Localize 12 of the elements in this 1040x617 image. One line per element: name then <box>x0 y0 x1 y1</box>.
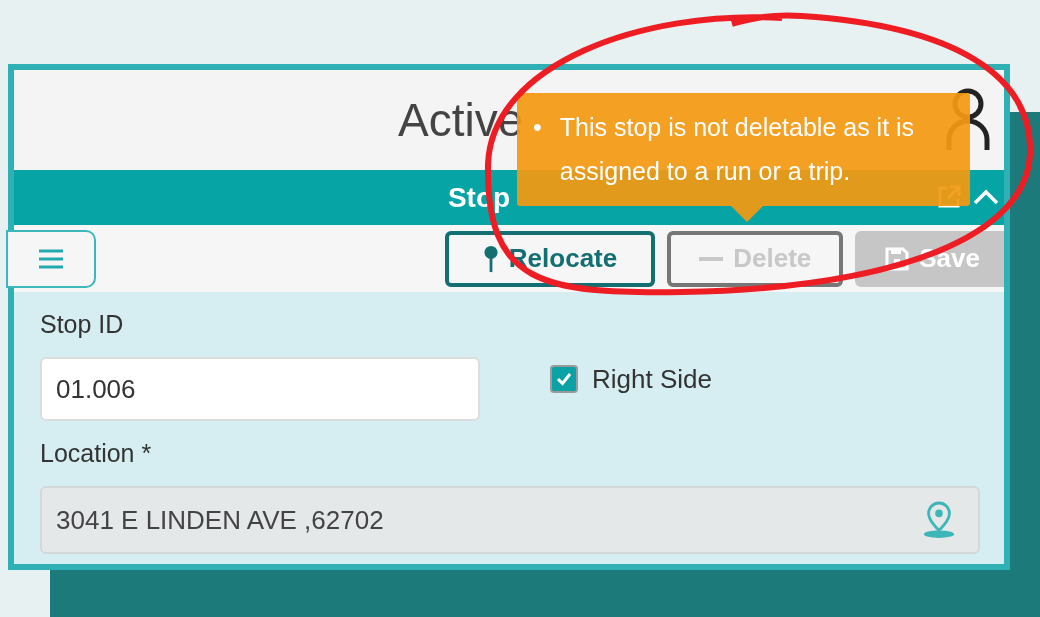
field-label: Location * <box>40 439 153 468</box>
bullet: • <box>533 112 542 143</box>
menu-button[interactable] <box>6 229 96 288</box>
tooltip-message: This stop is not deletable as it is assigned to a run or a trip. <box>559 112 916 187</box>
checkbox[interactable] <box>550 365 578 393</box>
pin-icon <box>482 244 499 273</box>
checkbox-label: Right Side <box>592 363 712 395</box>
field-label: Stop ID <box>40 310 125 339</box>
chevron-up-icon[interactable] <box>972 188 1000 206</box>
menu-icon <box>38 247 64 270</box>
stop-id-field[interactable]: 01.006 <box>40 357 480 421</box>
minus-icon <box>699 256 724 261</box>
